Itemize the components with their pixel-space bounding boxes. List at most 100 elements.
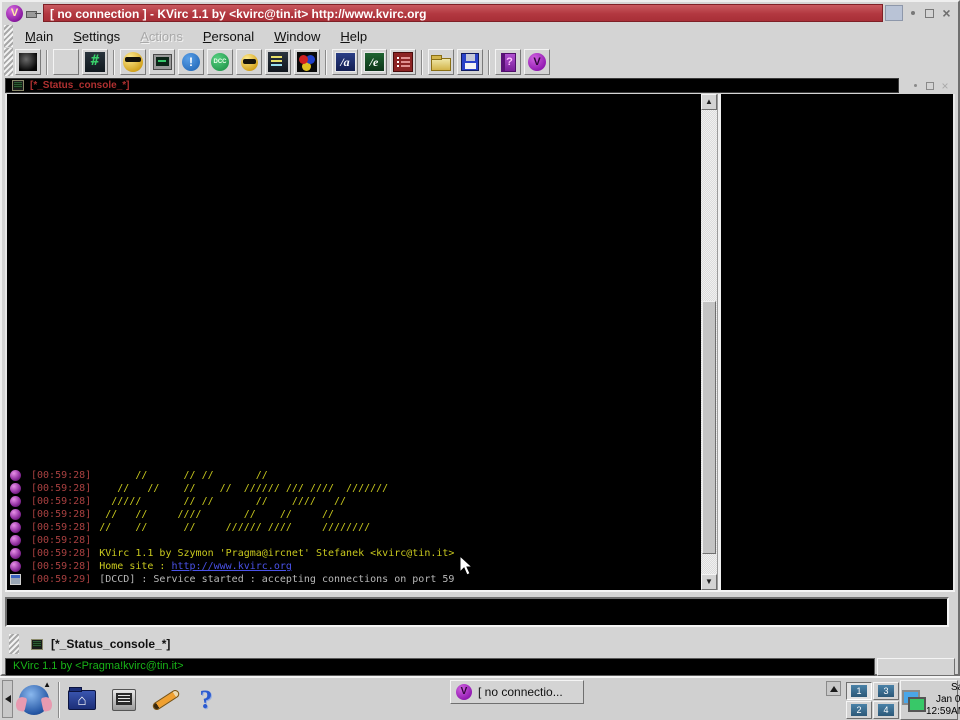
window-list-item-status-console[interactable]: [*_Status_console_*] [27, 636, 174, 652]
desktop-panel: ▲ ⌂ ? V [ no connectio... 1 3 2 4 Sat Ja… [0, 676, 960, 720]
open-button[interactable] [428, 49, 454, 75]
window-list-label: [*_Status_console_*] [51, 637, 170, 651]
timestamp: [00:59:28] [31, 535, 91, 546]
menubar-drag-handle[interactable] [4, 25, 13, 47]
terminal-launcher-button[interactable] [106, 682, 142, 718]
console-text: // // //// // // // [99, 509, 334, 520]
color-ball-icon [297, 52, 317, 72]
sphere-icon [10, 509, 21, 520]
console-text: // // // ////// //// //////// [99, 522, 370, 533]
menubar: Main Settings Actions Personal Window He… [15, 25, 956, 47]
alias-icon: /a [335, 52, 356, 72]
window-title: [ no connection ] - KVirc 1.1 by <kvirc@… [43, 4, 883, 22]
k-menu-button[interactable]: ▲ [16, 682, 52, 718]
help-button[interactable]: ? [495, 49, 521, 75]
pager-desktop-1[interactable]: 1 [846, 682, 872, 700]
kvirc-v-icon: V [456, 684, 472, 700]
clock-applet[interactable]: Sat Jan 01 12:59AM [900, 680, 958, 720]
event-editor-button[interactable]: /e [361, 49, 387, 75]
console-text-view[interactable]: [00:59:28] // // // // [00:59:28] // // … [5, 94, 701, 590]
sphere-icon [10, 470, 21, 481]
menu-settings[interactable]: Settings [63, 26, 130, 47]
console-window-icon [31, 639, 43, 650]
menu-actions: Actions [130, 26, 193, 47]
console-line: [00:59:28] Home site : http://www.kvirc.… [10, 560, 701, 573]
mdi-minimize-button[interactable] [909, 80, 921, 92]
console-text: Home site : [99, 561, 171, 572]
help-launcher-button[interactable]: ? [188, 682, 224, 718]
maximize-button[interactable] [922, 6, 937, 21]
pager-desktop-2[interactable]: 2 [846, 701, 872, 719]
console-text: // // // // ////// /// //// /////// [99, 483, 388, 494]
timestamp: [00:59:29] [31, 574, 91, 585]
smiley-sunglasses-icon [123, 52, 143, 72]
timestamp: [00:59:28] [31, 548, 91, 559]
save-button[interactable] [457, 49, 483, 75]
blank-button[interactable] [53, 49, 79, 75]
message-input[interactable] [5, 597, 949, 627]
server-info-button[interactable]: ! [178, 49, 204, 75]
home-folder-button[interactable]: ⌂ [64, 682, 100, 718]
sticky-pin-icon[interactable] [25, 5, 41, 21]
menu-personal[interactable]: Personal [193, 26, 264, 47]
toolbar-separator [113, 50, 115, 75]
timestamp: [00:59:28] [31, 522, 91, 533]
mdi-title-strip[interactable]: [*_Status_console_*] [5, 78, 899, 93]
pager-label: 2 [851, 704, 867, 716]
terminal-button[interactable] [149, 49, 175, 75]
floppy-save-icon [461, 53, 479, 71]
menu-window[interactable]: Window [264, 26, 330, 47]
sphere-icon [10, 522, 21, 533]
alias-editor-button[interactable]: /a [332, 49, 358, 75]
pager-desktop-3[interactable]: 3 [873, 682, 899, 700]
kvirc-home-link[interactable]: http://www.kvirc.org [171, 561, 291, 572]
editor-launcher-button[interactable] [148, 682, 184, 718]
registered-users-button[interactable] [390, 49, 416, 75]
dcc-button[interactable]: DCC [207, 49, 233, 75]
timestamp: [00:59:28] [31, 483, 91, 494]
about-kvirc-button[interactable]: V [524, 49, 550, 75]
console-line: [00:59:28] // // // // ////// /// //// /… [10, 482, 701, 495]
menu-help[interactable]: Help [330, 26, 377, 47]
mdi-maximize-button[interactable] [924, 80, 936, 92]
info-exclamation-icon: ! [182, 53, 200, 71]
user-list-pane[interactable] [721, 94, 955, 590]
mdi-buttons: × [899, 78, 955, 93]
taskbar-item-kvirc[interactable]: V [ no connectio... [450, 680, 584, 704]
away-button[interactable] [120, 49, 146, 75]
sphere-icon [10, 535, 21, 546]
console-text: [DCCD] : Service started : accepting con… [99, 574, 454, 585]
sphere-icon [10, 496, 21, 507]
konsole-icon [112, 689, 136, 711]
dual-monitors-icon [902, 688, 924, 712]
socket-list-button[interactable] [265, 49, 291, 75]
panel-hide-up-button[interactable] [826, 681, 841, 696]
console-line: [00:59:28] // // // // [10, 469, 701, 482]
kvirc-app-icon[interactable]: V [6, 5, 23, 22]
titlebar: V [ no connection ] - KVirc 1.1 by <kvir… [4, 3, 956, 23]
minimize-button[interactable] [905, 6, 920, 21]
mdi-close-button[interactable]: × [939, 80, 951, 92]
panel-hide-left-button[interactable] [2, 680, 13, 718]
console-text: KVirc 1.1 by Szymon 'Pragma@ircnet' Stef… [99, 548, 454, 559]
up-arrow-icon [830, 686, 838, 692]
console-line: [00:59:28] ///// // // // //// // [10, 495, 701, 508]
colors-button[interactable] [294, 49, 320, 75]
menu-main[interactable]: Main [15, 26, 63, 47]
console-line: [00:59:28] [10, 534, 701, 547]
close-button[interactable]: × [939, 6, 954, 21]
windowlist-drag-handle[interactable] [9, 634, 19, 654]
registered-users-icon [393, 52, 413, 72]
pager-desktop-4[interactable]: 4 [873, 701, 899, 719]
scrollbar-thumb[interactable] [702, 301, 716, 554]
mdi-child-titlebar: [*_Status_console_*] × [5, 78, 955, 93]
channels-list-button[interactable]: # [82, 49, 108, 75]
sphere-icon [10, 483, 21, 494]
toolbar-drag-handle[interactable] [4, 48, 13, 76]
smiley-button[interactable] [236, 49, 262, 75]
console-scrollbar[interactable]: ▲ ▼ [701, 94, 717, 590]
new-console-button[interactable] [15, 49, 41, 75]
scroll-up-button[interactable]: ▲ [701, 94, 717, 110]
sphere-icon [10, 548, 21, 559]
scroll-down-button[interactable]: ▼ [701, 574, 717, 590]
